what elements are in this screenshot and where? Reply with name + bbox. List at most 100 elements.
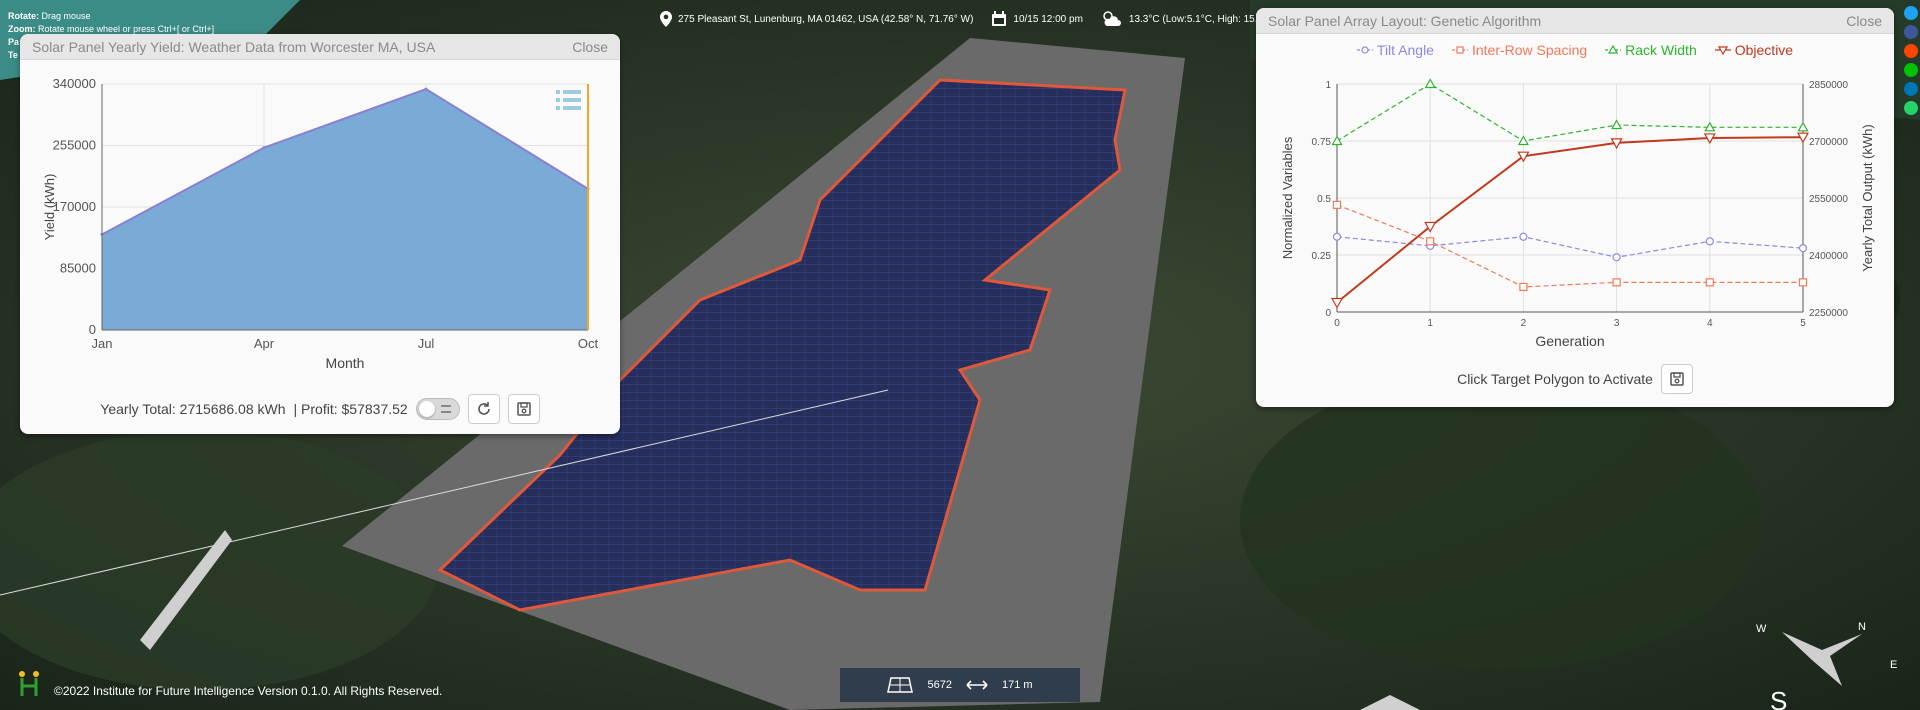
y-tick-label: 0: [1325, 308, 1331, 319]
line-icon[interactable]: [1904, 63, 1918, 77]
chart-mode-toggle[interactable]: [415, 398, 460, 420]
yearly-total-text: Yearly Total: 2715686.08 kWh: [100, 401, 286, 417]
top-info-bar: 275 Pleasant St, Lunenburg, MA 01462, US…: [660, 8, 1277, 30]
save-image-button[interactable]: [507, 394, 540, 424]
yield-panel-header[interactable]: Solar Panel Yearly Yield: Weather Data f…: [20, 34, 620, 60]
legend-list-icon: [556, 90, 581, 110]
ga-panel-header[interactable]: Solar Panel Array Layout: Genetic Algori…: [1256, 8, 1894, 34]
series-line: [1336, 136, 1804, 304]
location-pin-icon[interactable]: [660, 11, 672, 27]
yield-close-button[interactable]: Close: [572, 39, 608, 55]
refresh-icon: [477, 402, 490, 415]
y-tick-label: 0.5: [1317, 194, 1331, 205]
y2-tick-label: 2850000: [1809, 80, 1848, 91]
x-tick-label: Jul: [418, 336, 435, 351]
svg-text:W: W: [1756, 623, 1767, 635]
list-icon-bar: [563, 98, 581, 102]
series-point: [1705, 278, 1714, 287]
x-tick-label: 1: [1427, 318, 1433, 329]
bottom-status-bar: 5672 171 m: [840, 668, 1080, 702]
y2-tick-label: 2700000: [1809, 137, 1848, 148]
ga-panel-title: Solar Panel Array Layout: Genetic Algori…: [1268, 12, 1542, 29]
svg-text:N: N: [1858, 621, 1866, 633]
datetime-text: 10/15 12:00 pm: [1013, 13, 1083, 25]
legend-label: Rack Width: [1625, 42, 1697, 58]
y-tick-label: 85000: [60, 261, 96, 276]
yield-point: [262, 146, 266, 150]
genetic-algorithm-panel[interactable]: Solar Panel Array Layout: Genetic Algori…: [1256, 8, 1894, 407]
profit-text: | Profit: $57837.52: [293, 401, 408, 417]
linkedin-icon[interactable]: [1904, 82, 1918, 96]
legend-marker: [1361, 46, 1369, 54]
x-tick-label: Jan: [92, 336, 113, 351]
ga-line-chart: 0 0.25 0.5 0.75 1 2250000 2400000 2550000 270000…: [1280, 78, 1875, 349]
legend-marker: [1456, 46, 1464, 54]
weather-text: 13.3°C (Low:5.1°C, High: 15.1°: [1128, 13, 1268, 25]
reddit-icon[interactable]: [1904, 44, 1918, 58]
distance-text: 171 m: [1001, 679, 1033, 691]
legend-item[interactable]: Rack Width: [1605, 42, 1697, 58]
social-share-bar: [1904, 6, 1918, 115]
ga-legend: Tilt Angle Inter-Row Spacing Rack Width Obj…: [1256, 42, 1894, 58]
series-point: [1519, 232, 1528, 241]
calendar-icon[interactable]: [991, 11, 1007, 27]
save-icon: [516, 402, 531, 416]
whatsapp-icon[interactable]: [1904, 101, 1918, 115]
series-point: [1426, 237, 1435, 246]
y-tick-label: 340000: [53, 76, 96, 91]
list-icon-dot: [556, 90, 560, 94]
yearly-yield-panel[interactable]: Solar Panel Yearly Yield: Weather Data f…: [20, 34, 620, 434]
refresh-button[interactable]: [467, 394, 500, 424]
x-tick-label: 4: [1707, 318, 1713, 329]
yield-area: [102, 89, 588, 331]
yield-point: [424, 87, 428, 91]
y-tick-label: 170000: [53, 199, 96, 214]
legend-marker-icon: [1356, 46, 1373, 54]
legend-item[interactable]: Inter-Row Spacing: [1451, 42, 1588, 58]
series-point: [1705, 237, 1714, 246]
legend-marker-icon: [1451, 46, 1468, 54]
weather-icon[interactable]: [1101, 10, 1123, 28]
y-tick-label: 255000: [53, 138, 96, 153]
legend-label: Tilt Angle: [1376, 42, 1434, 58]
legend-marker-icon: [1714, 46, 1731, 55]
institute-logo-icon[interactable]: [14, 668, 46, 700]
list-icon-dot: [556, 106, 560, 110]
compass-icon[interactable]: W N E S: [1752, 616, 1902, 710]
ga-save-button[interactable]: [1660, 364, 1693, 394]
y-tick-label: 0.25: [1312, 251, 1332, 262]
y-tick-label: 0.75: [1312, 137, 1332, 148]
series-point: [1332, 200, 1342, 209]
series-point: [1330, 297, 1344, 309]
svg-text:S: S: [1770, 686, 1787, 710]
x-axis-label: Month: [326, 355, 365, 371]
copyright-text: ©2022 Institute for Future Intelligence …: [54, 684, 443, 698]
ga-close-button[interactable]: Close: [1846, 13, 1882, 29]
y2-axis-label: Yearly Total Output (kWh): [1860, 124, 1875, 271]
list-icon-bar: [563, 90, 581, 94]
series-point: [1519, 282, 1528, 292]
y2-tick-label: 2250000: [1809, 308, 1848, 319]
series-line: [1336, 83, 1803, 142]
series-rack-width: [1331, 78, 1809, 146]
series-objective: [1330, 132, 1810, 309]
save-icon: [1670, 372, 1684, 386]
yield-area-chart: 0 85000 170000 255000 340000 Jan Apr Jul Oct Mont…: [42, 76, 598, 371]
twitter-icon[interactable]: [1904, 6, 1918, 20]
y-tick-label: 1: [1325, 80, 1331, 91]
yield-panel-title: Solar Panel Yearly Yield: Weather Data f…: [32, 38, 436, 55]
ga-footer-text: Click Target Polygon to Activate: [1457, 371, 1653, 387]
ga-footer: Click Target Polygon to Activate: [1256, 364, 1894, 394]
y-tick-label: 0: [89, 322, 96, 337]
panel-count: 5672: [927, 679, 952, 691]
legend-label: Inter-Row Spacing: [1471, 42, 1588, 58]
series-point: [1612, 253, 1621, 262]
series-inter-row-spacing: [1332, 200, 1808, 292]
series-point: [1612, 278, 1621, 287]
list-icon-dot: [556, 98, 560, 102]
x-tick-label: 2: [1521, 318, 1527, 329]
facebook-icon[interactable]: [1904, 25, 1918, 39]
legend-item[interactable]: Objective: [1714, 42, 1793, 58]
svg-text:E: E: [1890, 659, 1897, 671]
legend-item[interactable]: Tilt Angle: [1356, 42, 1434, 58]
